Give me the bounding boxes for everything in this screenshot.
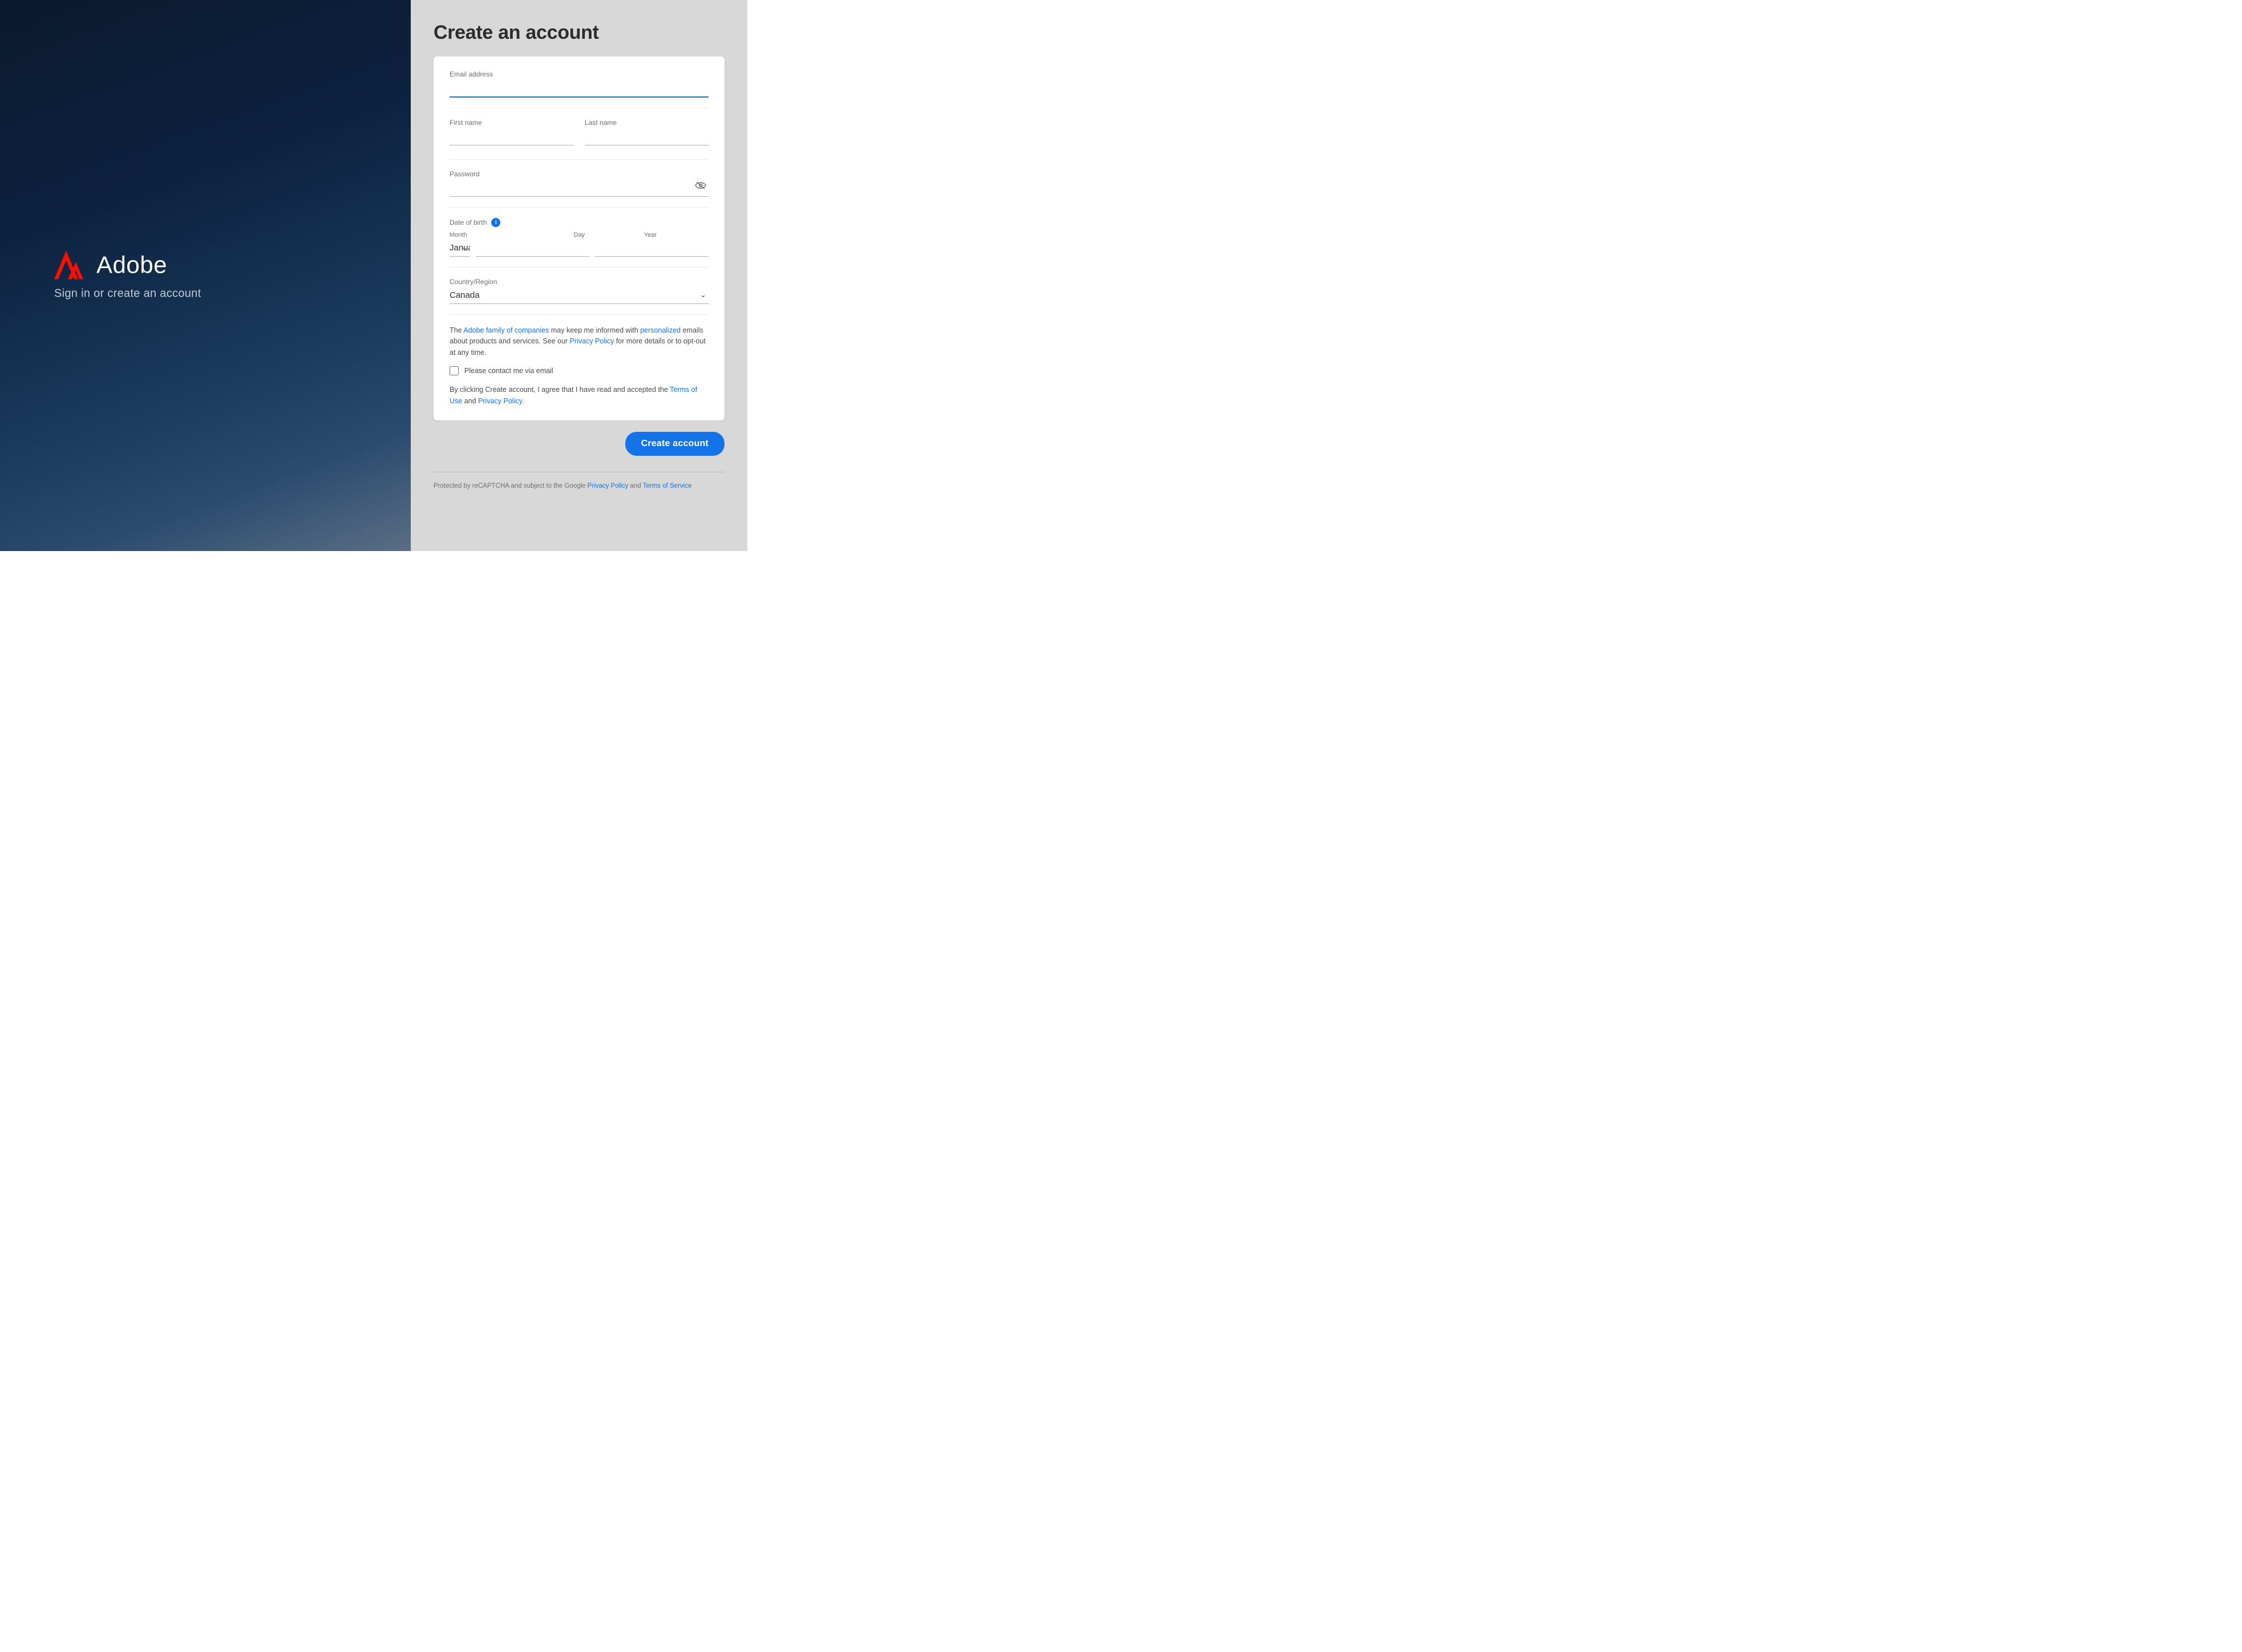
- terms-text-2: and: [462, 397, 478, 405]
- first-name-input[interactable]: [450, 129, 573, 145]
- last-name-field-group: Last name: [585, 119, 709, 145]
- recaptcha-text-2: and: [628, 483, 642, 489]
- create-account-button[interactable]: Create account: [625, 432, 725, 456]
- country-label: Country/Region: [450, 278, 709, 286]
- name-row: First name Last name: [450, 119, 709, 156]
- name-divider: [450, 159, 709, 160]
- country-field-group: Country/Region CanadaUnited StatesUnited…: [450, 278, 709, 304]
- email-contact-checkbox[interactable]: [450, 366, 459, 375]
- email-input[interactable]: [450, 80, 709, 98]
- adobe-logo: Adobe: [54, 251, 201, 280]
- email-contact-label: Please contact me via email: [464, 367, 553, 375]
- password-wrapper: [450, 180, 709, 197]
- dob-sub-labels: Month Day Year: [450, 232, 709, 238]
- email-field-group: Email address: [450, 70, 709, 98]
- right-panel: Create an account Email address First na…: [411, 0, 747, 551]
- year-input[interactable]: [595, 241, 709, 257]
- dob-label-row: Date of birth i: [450, 218, 709, 227]
- day-input[interactable]: [476, 241, 589, 257]
- email-label: Email address: [450, 70, 709, 78]
- recaptcha-privacy-link[interactable]: Privacy Policy: [588, 483, 629, 489]
- recaptcha-terms-link[interactable]: Terms of Service: [643, 483, 692, 489]
- dob-info-icon[interactable]: i: [491, 218, 500, 227]
- privacy-text: The Adobe family of companies may keep m…: [450, 325, 709, 358]
- dob-divider: [450, 267, 709, 268]
- terms-text-1: By clicking Create account, I agree that…: [450, 386, 670, 394]
- day-sub-label: Day: [574, 232, 638, 238]
- password-label: Password: [450, 170, 709, 178]
- page-title: Create an account: [434, 22, 725, 44]
- adobe-logo-icon: [54, 251, 87, 280]
- dob-inputs: JanuaryFebruaryMarchAprilMayJuneJulyAugu…: [450, 241, 709, 257]
- country-select-wrapper: CanadaUnited StatesUnited KingdomAustral…: [450, 288, 709, 304]
- month-select[interactable]: JanuaryFebruaryMarchAprilMayJuneJulyAugu…: [450, 241, 470, 257]
- adobe-wordmark: Adobe: [96, 252, 167, 279]
- dob-label: Date of birth: [450, 218, 487, 226]
- password-field-group: Password: [450, 170, 709, 197]
- personalized-link[interactable]: personalized: [640, 326, 681, 334]
- last-name-input[interactable]: [585, 129, 709, 145]
- year-sub-label: Year: [644, 232, 709, 238]
- country-divider: [450, 314, 709, 315]
- privacy-policy-link[interactable]: Privacy Policy: [570, 337, 614, 345]
- country-select[interactable]: CanadaUnited StatesUnited KingdomAustral…: [450, 288, 709, 304]
- month-sub-label: Month: [450, 232, 568, 238]
- email-contact-row: Please contact me via email: [450, 366, 709, 375]
- password-divider: [450, 207, 709, 208]
- dob-field-group: Date of birth i Month Day Year JanuaryFe…: [450, 218, 709, 257]
- password-input[interactable]: [450, 180, 709, 197]
- branding-area: Adobe Sign in or create an account: [54, 251, 201, 301]
- first-name-field-group: First name: [450, 119, 573, 145]
- privacy-text-1: The: [450, 326, 463, 334]
- recaptcha-text: Protected by reCAPTCHA and subject to th…: [434, 481, 725, 491]
- form-card: Email address First name Last name Passw…: [434, 56, 725, 420]
- create-btn-row: Create account: [434, 432, 725, 456]
- privacy-policy-terms-link[interactable]: Privacy Policy.: [478, 397, 524, 405]
- adobe-tagline: Sign in or create an account: [54, 288, 201, 301]
- privacy-text-2: may keep me informed with: [549, 326, 640, 334]
- terms-text: By clicking Create account, I agree that…: [450, 384, 709, 407]
- last-name-label: Last name: [585, 119, 709, 127]
- recaptcha-text-1: Protected by reCAPTCHA and subject to th…: [434, 483, 588, 489]
- adobe-family-link[interactable]: Adobe family of companies: [463, 326, 549, 334]
- first-name-label: First name: [450, 119, 573, 127]
- month-select-wrapper: JanuaryFebruaryMarchAprilMayJuneJulyAugu…: [450, 241, 470, 257]
- toggle-password-icon[interactable]: [695, 180, 706, 192]
